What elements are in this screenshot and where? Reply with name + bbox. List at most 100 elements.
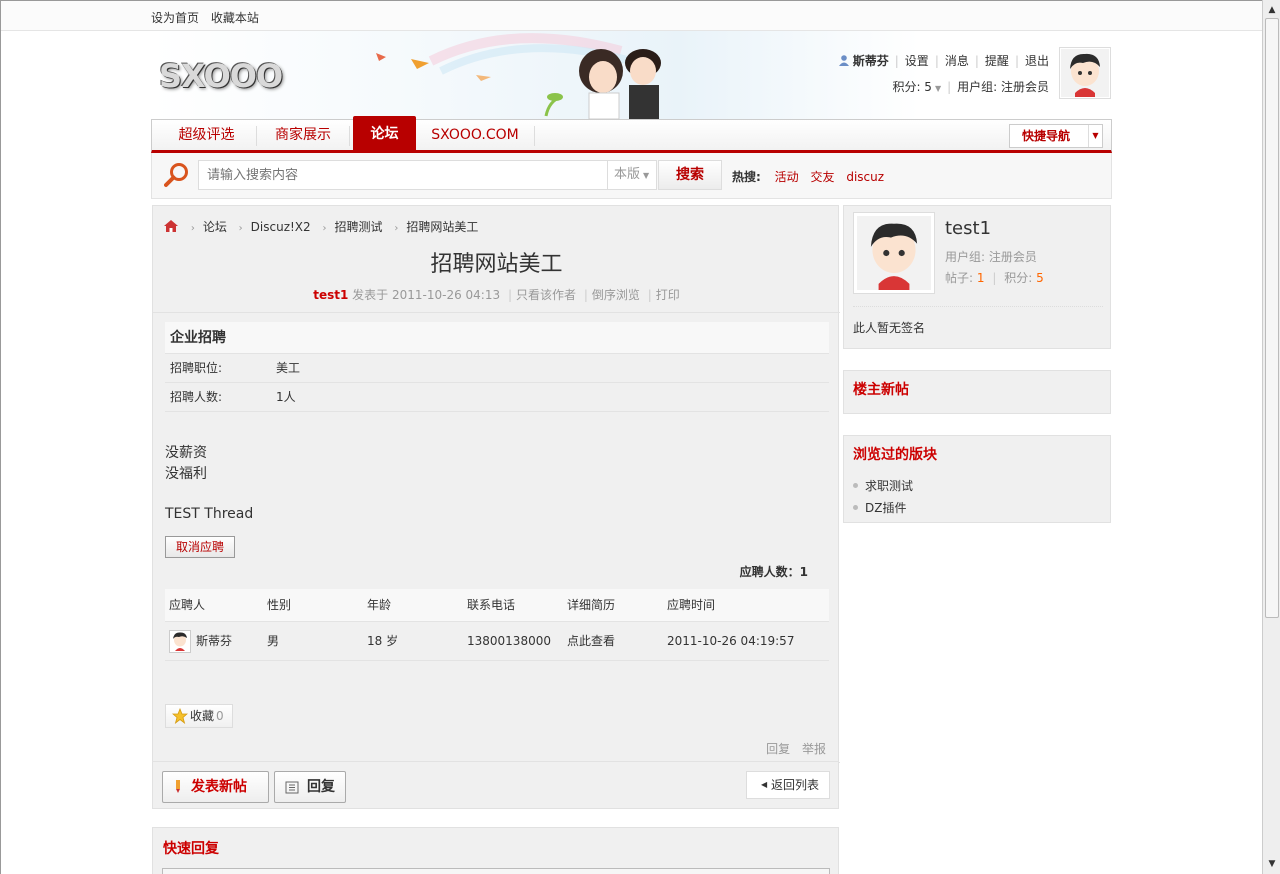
scroll-up-icon[interactable]: ▲	[1264, 2, 1280, 18]
messages-link[interactable]: 消息	[945, 54, 969, 68]
job-value: 美工	[276, 361, 301, 375]
points-menu[interactable]: 积分: 5	[892, 80, 932, 94]
points-label: 积分:	[1004, 271, 1033, 285]
col-resume: 详细简历	[567, 598, 616, 612]
breadcrumb: › 论坛 › Discuz!X2 › 招聘测试 › 招聘网站美工	[163, 218, 478, 235]
owner-new-posts-box: 楼主新帖	[843, 370, 1111, 414]
owner-new-posts-title: 楼主新帖	[853, 382, 909, 398]
posts-count[interactable]: 1	[977, 271, 985, 285]
nav-super-selection[interactable]: 超级评选	[164, 120, 249, 151]
view-resume-link[interactable]: 点此查看	[567, 622, 615, 661]
top-bar: 设为首页 收藏本站	[1, 1, 1262, 31]
hot-term-dating[interactable]: 交友	[810, 170, 834, 184]
breadcrumb-forum[interactable]: 论坛	[203, 220, 227, 234]
reply-link[interactable]: 回复	[766, 742, 790, 756]
table-header: 应聘人 性别 年龄 联系电话 详细简历 应聘时间	[165, 589, 829, 622]
hot-searches: 热搜: 活动 交友 discuz	[732, 168, 892, 185]
bookmark-site-link[interactable]: 收藏本站	[211, 11, 259, 25]
header-avatar[interactable]	[1059, 47, 1111, 99]
new-post-button[interactable]: 发表新帖	[162, 771, 269, 803]
bullet-icon	[853, 483, 858, 488]
post-actions: 回复 举报	[758, 740, 826, 757]
site-logo[interactable]: SXOOO	[159, 57, 283, 95]
col-phone: 联系电话	[467, 598, 516, 612]
user-group-label[interactable]: 用户组: 注册会员	[957, 80, 1049, 94]
profile-stats: 帖子: 1 | 积分: 5	[945, 271, 1044, 285]
notifications-link[interactable]: 提醒	[985, 54, 1009, 68]
breadcrumb-discuz[interactable]: Discuz!X2	[251, 220, 311, 234]
settings-link[interactable]: 设置	[905, 54, 929, 68]
hot-term-discuz[interactable]: discuz	[846, 170, 884, 184]
vertical-scrollbar[interactable]: ▲ ▼	[1262, 0, 1280, 874]
favorite-button[interactable]: 收藏 0	[165, 704, 233, 728]
profile-avatar[interactable]	[853, 212, 935, 294]
scrollbar-thumb[interactable]	[1265, 18, 1279, 618]
quick-reply-editor[interactable]	[162, 868, 830, 874]
back-to-list-label: 返回列表	[771, 778, 820, 792]
applicant-age: 18 岁	[367, 634, 399, 648]
search-button[interactable]: 搜索	[658, 160, 722, 190]
breadcrumb-current[interactable]: 招聘网站美工	[406, 220, 478, 234]
scroll-down-icon[interactable]: ▼	[1264, 856, 1280, 872]
search-input[interactable]	[198, 160, 608, 190]
search-scope-select[interactable]: 本版 ▼	[607, 160, 657, 190]
job-key: 招聘人数:	[170, 390, 223, 404]
job-section-title: 企业招聘	[165, 322, 829, 354]
applicant-phone: 13800138000	[467, 634, 551, 648]
back-to-list-button[interactable]: ◀ 返回列表	[746, 771, 830, 799]
thread-meta: test1 发表于 2011-10-26 04:13 | 只看该作者 | 倒序浏览 …	[313, 288, 680, 302]
reply-icon	[285, 781, 299, 794]
nav-merchant-showcase[interactable]: 商家展示	[262, 120, 344, 151]
search-icon	[164, 163, 188, 187]
reply-label: 回复	[307, 779, 335, 795]
star-icon	[172, 708, 188, 724]
nav-forum[interactable]: 论坛	[353, 116, 416, 151]
set-homepage-link[interactable]: 设为首页	[151, 11, 199, 25]
browsed-forum-link[interactable]: DZ插件	[865, 501, 906, 515]
username-link[interactable]: 斯蒂芬	[853, 54, 889, 68]
list-item: DZ插件	[853, 500, 913, 522]
quick-reply-panel: 快速回复	[152, 827, 839, 874]
browsed-forum-link[interactable]: 求职测试	[865, 479, 913, 493]
quick-nav-button[interactable]: 快捷导航 ▼	[1009, 124, 1103, 148]
print-link[interactable]: 打印	[656, 288, 680, 302]
search-scope-label: 本版	[614, 167, 641, 182]
col-age: 年龄	[367, 598, 392, 612]
chevron-left-icon: ◀	[761, 780, 768, 789]
search-bar: 本版▼ 搜索 热搜: 活动 交友 discuz	[151, 153, 1112, 199]
hot-term-activity[interactable]: 活动	[775, 170, 799, 184]
applicants-table: 应聘人 性别 年龄 联系电话 详细简历 应聘时间 斯蒂芬 男 18 岁 1380…	[165, 589, 829, 661]
browsed-forums-title: 浏览过的版块	[853, 447, 937, 463]
nav-sxooo-com[interactable]: SXOOO.COM	[422, 120, 528, 151]
report-link[interactable]: 举报	[802, 742, 826, 756]
cancel-application-button[interactable]: 取消应聘	[165, 536, 235, 558]
avatar-image	[173, 632, 187, 651]
chevron-down-icon: ▼	[643, 171, 650, 180]
applicant-count: 应聘人数：1	[739, 565, 808, 579]
new-post-label: 发表新帖	[191, 779, 247, 795]
quick-reply-title: 快速回复	[163, 841, 219, 857]
profile-name[interactable]: test1	[945, 218, 991, 239]
thread-author[interactable]: test1	[313, 288, 348, 302]
user-icon	[838, 55, 849, 66]
breadcrumb-recruit-test[interactable]: 招聘测试	[335, 220, 383, 234]
favorite-label: 收藏	[190, 709, 215, 723]
applicant-time: 2011-10-26 04:19:57	[667, 634, 795, 648]
job-row-headcount: 招聘人数: 1人	[165, 383, 829, 412]
user-nav: 斯蒂芬 | 设置 | 消息 | 提醒 | 退出 积分: 5 ▼ | 用户组: 注册会员	[838, 53, 1049, 105]
list-item: 求职测试	[853, 478, 913, 500]
job-row-position: 招聘职位: 美工	[165, 354, 829, 383]
applicant-name[interactable]: 斯蒂芬	[196, 622, 232, 661]
applicant-avatar[interactable]	[169, 630, 191, 653]
home-icon[interactable]	[163, 219, 179, 233]
col-applicant: 应聘人	[169, 598, 206, 612]
banner-illustration	[376, 33, 661, 119]
avatar-image	[857, 216, 931, 290]
browser-viewport: 设为首页 收藏本站 SXOOO 斯蒂芬|设置|消息|提醒|退出	[0, 0, 1262, 874]
only-author-link[interactable]: 只看该作者	[516, 288, 576, 302]
reply-button[interactable]: 回复	[274, 771, 346, 803]
chevron-down-icon: ▼	[1088, 125, 1102, 147]
logout-link[interactable]: 退出	[1025, 54, 1049, 68]
thread-bottom-bar: 发表新帖 回复 ◀ 返回列表	[152, 761, 839, 809]
reverse-order-link[interactable]: 倒序浏览	[592, 288, 640, 302]
